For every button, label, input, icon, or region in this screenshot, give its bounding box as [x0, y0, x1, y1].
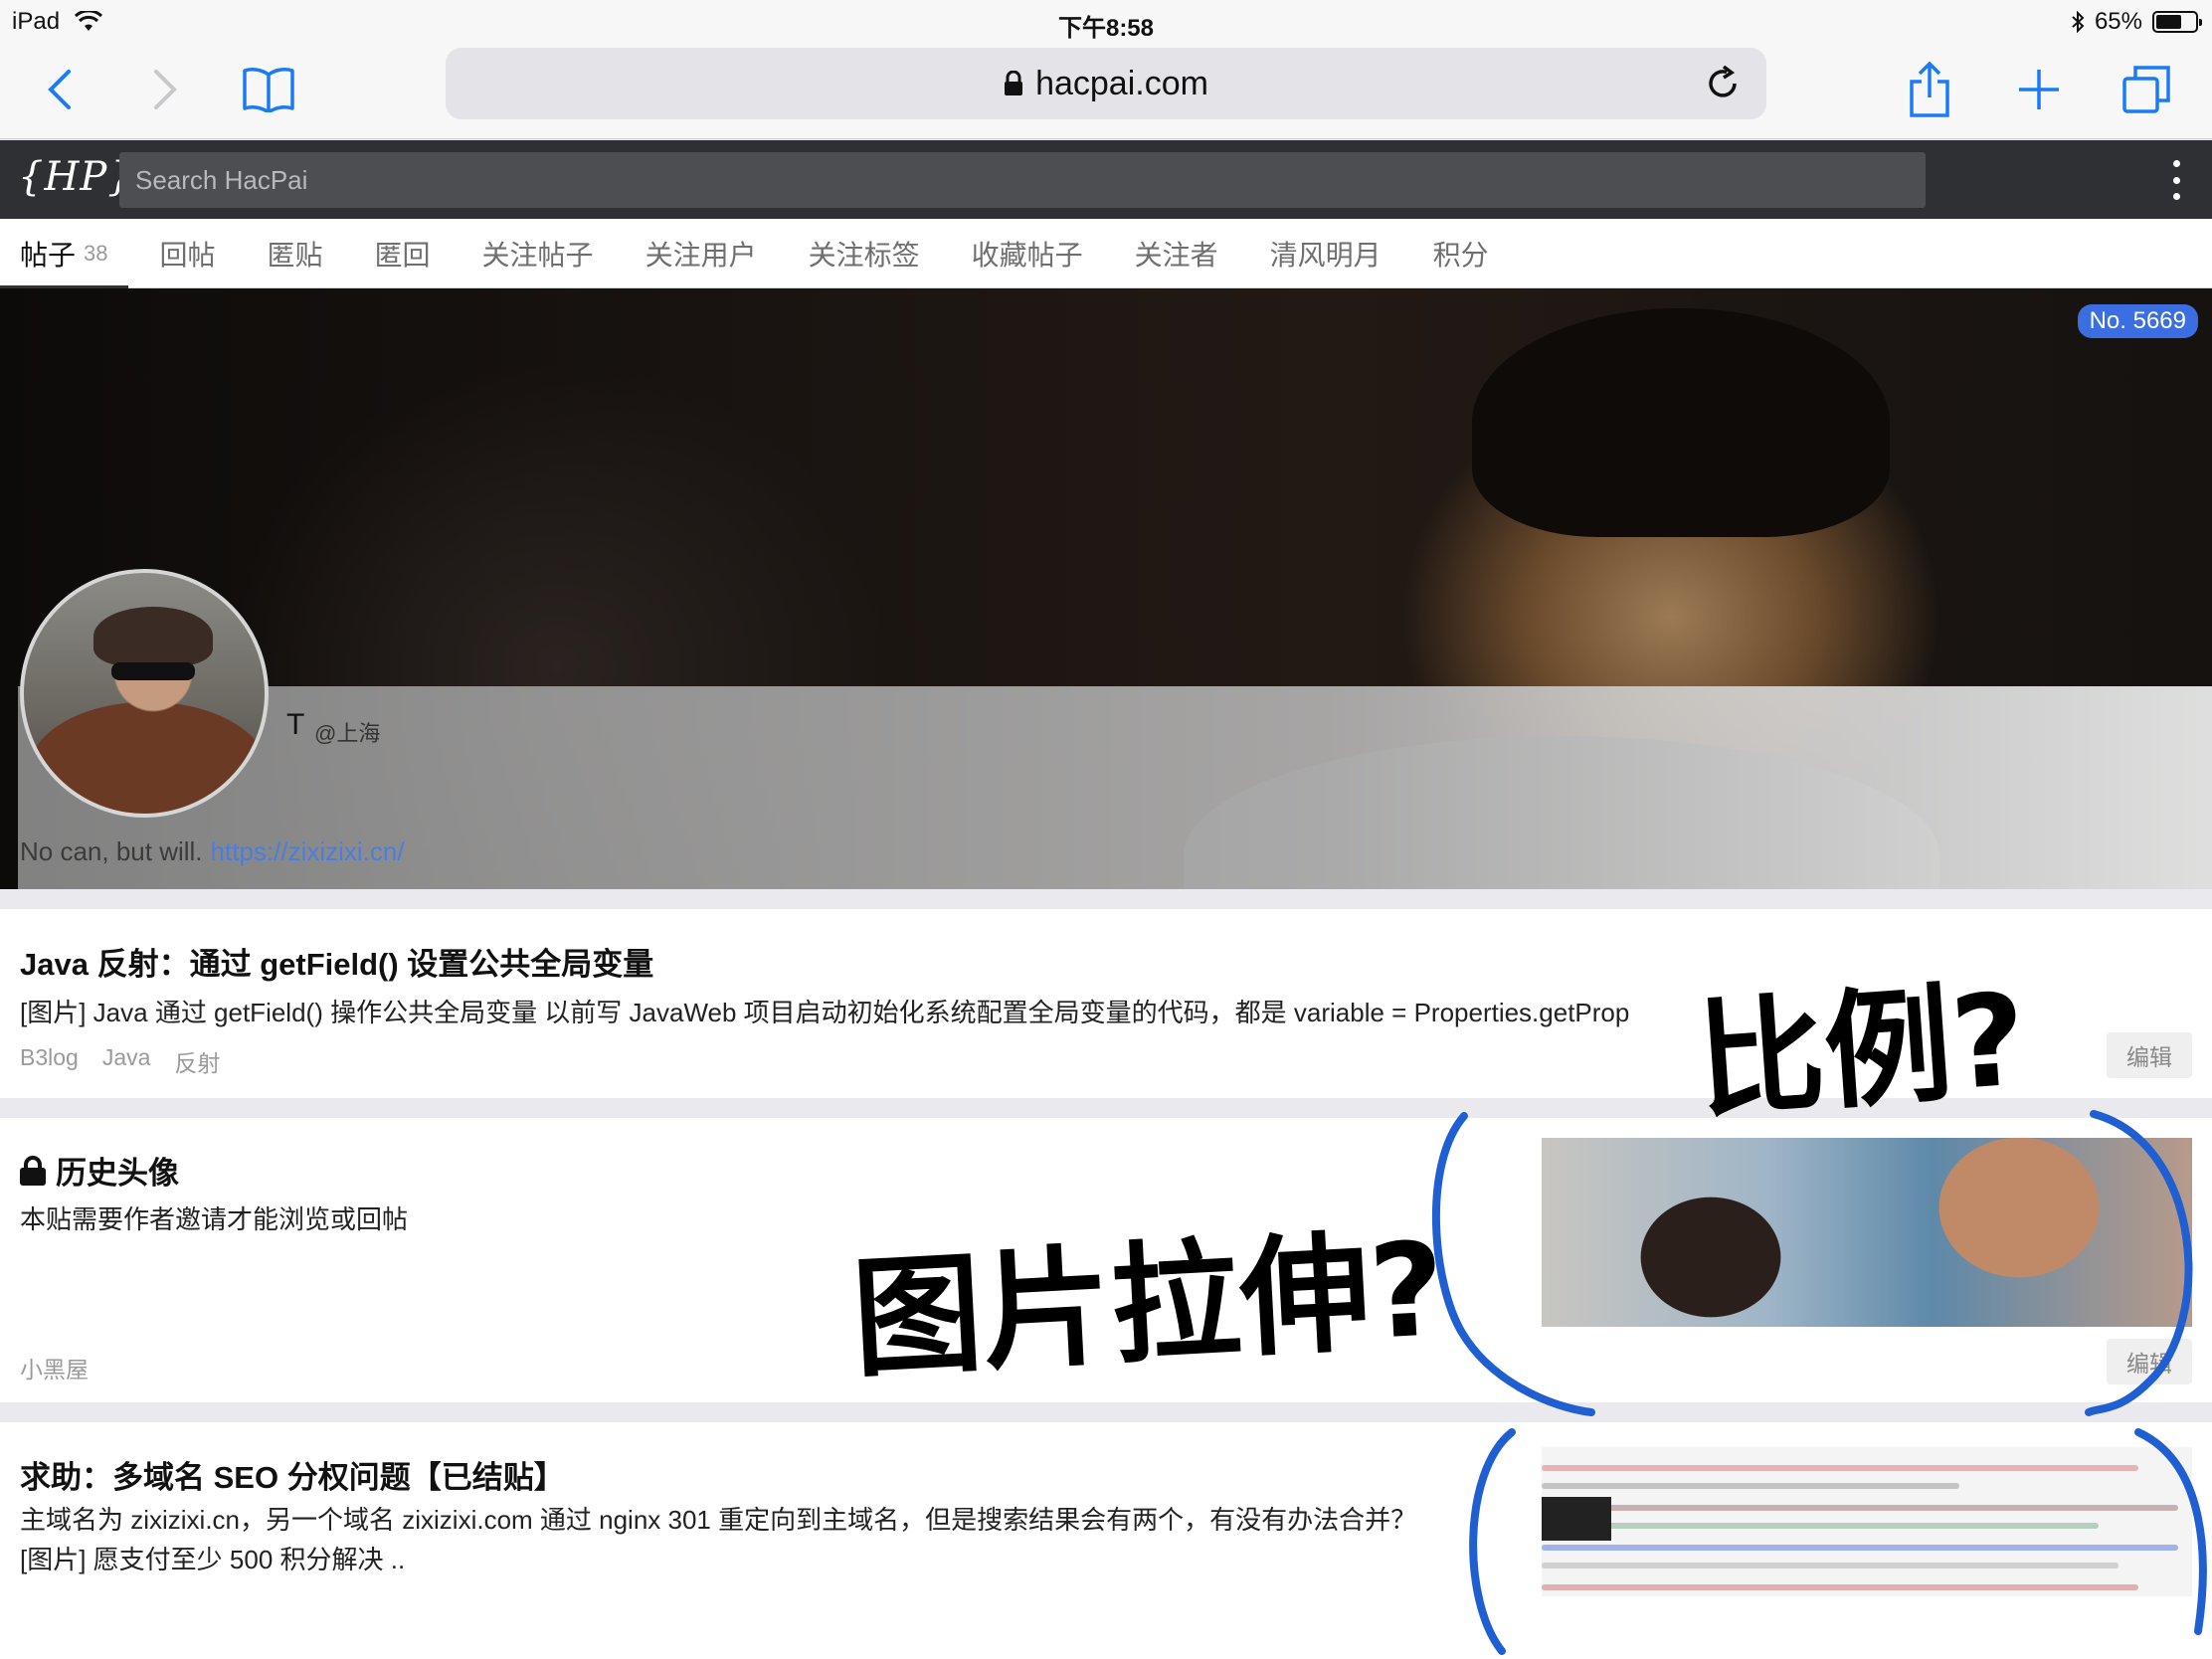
share-icon [1910, 62, 1949, 117]
post-excerpt: 本贴需要作者邀请才能浏览或回帖 [20, 1204, 409, 1234]
site-header: {HP} [0, 140, 2212, 219]
tab-followers[interactable]: 关注者 [1135, 219, 1218, 288]
tab-followed-tags[interactable]: 关注标签 [809, 219, 920, 288]
post-thumbnail[interactable] [1542, 1138, 2192, 1327]
reload-icon[interactable] [1705, 66, 1741, 101]
battery-icon [2152, 11, 2202, 33]
post-title[interactable]: 历史头像 [20, 1148, 179, 1193]
tab-anon-replies[interactable]: 匿回 [375, 219, 431, 288]
edit-button[interactable]: 编辑 [2107, 1032, 2192, 1078]
lock-icon [1005, 71, 1023, 95]
banner-photo-shape [1472, 308, 1890, 537]
tabs-button[interactable] [2115, 58, 2178, 121]
address-bar[interactable]: hacpai.com [446, 48, 1766, 119]
back-icon [48, 70, 71, 109]
bluetooth-icon [2072, 11, 2085, 33]
new-tab-icon [2019, 70, 2059, 109]
tab-followed-posts[interactable]: 关注帖子 [482, 219, 594, 288]
member-number-badge: No. 5669 [2077, 304, 2198, 338]
status-bar: iPad 下午8:58 65% [0, 0, 2212, 42]
tab-points[interactable]: 积分 [1433, 219, 1489, 288]
tab-followed-users[interactable]: 关注用户 [645, 219, 757, 288]
profile-tabs: 帖子 38 回帖 匿贴 匿回 关注帖子 关注用户 关注标签 收藏帖子 关注者 清… [0, 219, 2212, 289]
search-input[interactable] [119, 152, 1926, 208]
tab-posts[interactable]: 帖子 38 [0, 219, 127, 289]
post-excerpt: [图片] Java 通过 getField() 操作公共全局变量 以前写 Jav… [20, 998, 1630, 1027]
post-thumbnail[interactable] [1542, 1447, 2192, 1596]
new-tab-button[interactable] [2007, 58, 2071, 121]
bio-link[interactable]: https://zixizixi.cn/ [211, 836, 405, 867]
bio-text: No can, but will. [20, 836, 203, 866]
tag-link[interactable]: B3log [20, 1044, 79, 1078]
user-location: @上海 [314, 721, 381, 746]
browser-toolbar: hacpai.com [0, 40, 2212, 139]
battery-percent: 65% [2094, 8, 2142, 35]
username[interactable]: T [286, 708, 304, 742]
tag-link[interactable]: 反射 [174, 1044, 220, 1078]
back-button[interactable] [28, 58, 92, 121]
post-item[interactable]: 历史头像 本贴需要作者邀请才能浏览或回帖 小黑屋 编辑 [0, 1118, 2212, 1402]
share-button[interactable] [1898, 58, 1961, 121]
tag-link[interactable]: Java [102, 1044, 151, 1078]
bookmarks-button[interactable] [237, 58, 300, 121]
edit-button[interactable]: 编辑 [2107, 1339, 2192, 1384]
url-text: hacpai.com [1035, 64, 1208, 102]
bookmarks-icon [243, 68, 294, 112]
tag-link[interactable]: 小黑屋 [20, 1351, 89, 1384]
more-menu-icon[interactable] [2170, 160, 2182, 200]
post-excerpt: 主域名为 zixizixi.cn，另一个域名 zixizixi.com 通过 n… [20, 1505, 1417, 1574]
profile-banner: No. 5669 T @上海 No can, but will. https:/… [0, 288, 2212, 889]
post-item[interactable]: 求助：多域名 SEO 分权问题【已结贴】 主域名为 zixizixi.cn，另一… [0, 1422, 2212, 1659]
forward-button[interactable] [133, 58, 197, 121]
post-title[interactable]: Java 反射：通过 getField() 设置公共全局变量 [20, 939, 653, 984]
avatar[interactable] [20, 569, 269, 818]
lock-icon [20, 1155, 46, 1186]
tab-bookmarked-posts[interactable]: 收藏帖子 [972, 219, 1083, 288]
tab-posts-count: 38 [84, 240, 108, 266]
site-logo[interactable]: {HP} [18, 154, 134, 200]
tab-replies[interactable]: 回帖 [160, 219, 216, 288]
status-time: 下午8:58 [1057, 15, 1155, 42]
post-tags: 小黑屋 [20, 1351, 89, 1384]
tabs-icon [2122, 66, 2170, 113]
forward-icon [154, 70, 177, 109]
user-bio: No can, but will. https://zixizixi.cn/ [20, 836, 405, 867]
tab-anon-posts[interactable]: 匿贴 [268, 219, 323, 288]
post-item[interactable]: Java 反射：通过 getField() 设置公共全局变量 [图片] Java… [0, 909, 2212, 1098]
post-title[interactable]: 求助：多域名 SEO 分权问题【已结贴】 [20, 1452, 565, 1497]
post-tags: B3log Java 反射 [20, 1044, 220, 1078]
tab-breeze[interactable]: 清风明月 [1270, 219, 1382, 288]
